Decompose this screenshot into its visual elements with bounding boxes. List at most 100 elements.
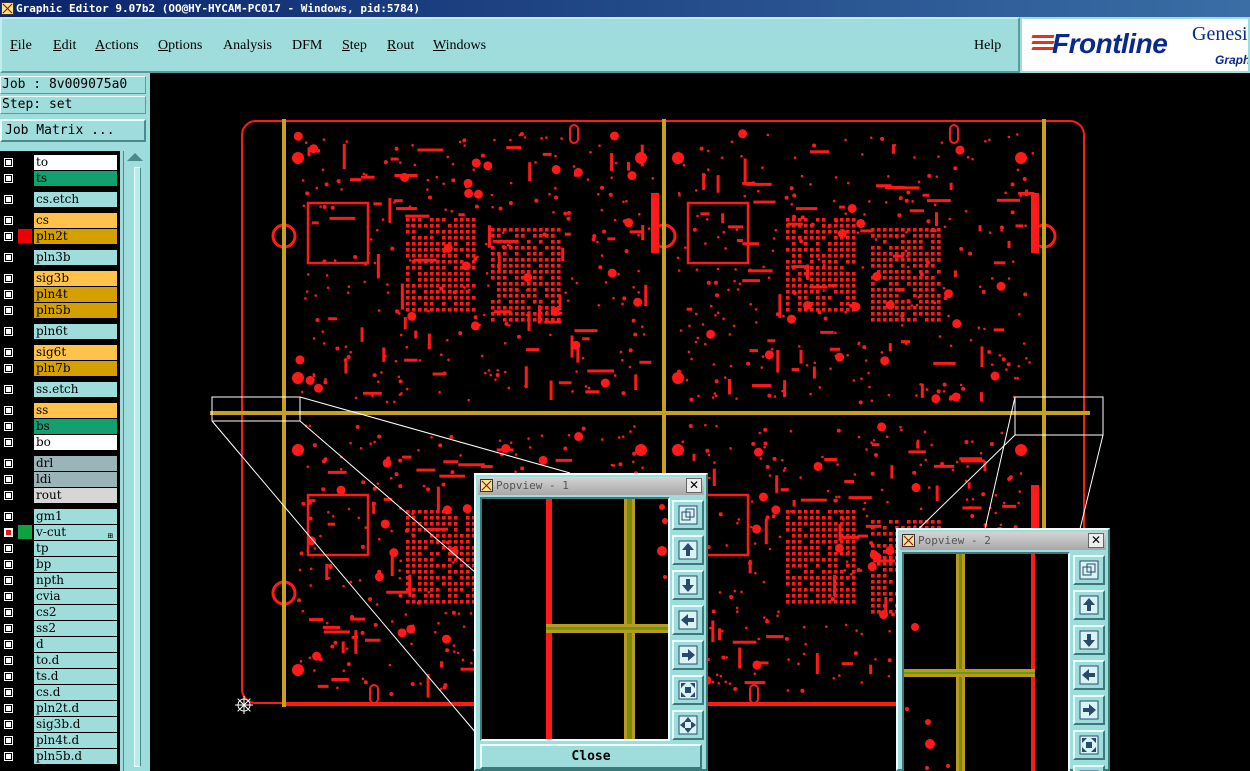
layer-color-swatch[interactable]	[18, 155, 32, 169]
layer-name[interactable]: cs.etch	[34, 192, 117, 207]
menu-edit[interactable]: Edit	[53, 38, 76, 54]
layer-color-swatch[interactable]	[18, 324, 32, 338]
layer-name[interactable]: ss	[34, 403, 117, 418]
layer-checkbox[interactable]	[3, 252, 14, 263]
popview-2-pan-down-button[interactable]	[1073, 625, 1105, 655]
layer-name[interactable]: npth	[34, 573, 117, 588]
layer-row-bo[interactable]: bo	[0, 434, 120, 450]
layer-checkbox[interactable]	[3, 559, 14, 570]
layer-checkbox[interactable]	[3, 655, 14, 666]
layer-name[interactable]: pln5b	[34, 303, 117, 318]
layer-checkbox[interactable]	[3, 511, 14, 522]
layer-checkbox[interactable]	[3, 623, 14, 634]
layer-color-swatch[interactable]	[18, 509, 32, 523]
layer-color-swatch[interactable]	[18, 717, 32, 731]
scroll-thumb[interactable]	[134, 167, 141, 767]
layer-name[interactable]: ldi	[34, 472, 117, 487]
layer-color-swatch[interactable]	[18, 271, 32, 285]
layer-checkbox[interactable]	[3, 751, 14, 762]
layer-name[interactable]: pln3b	[34, 250, 117, 265]
menu-help[interactable]: Help	[974, 38, 1001, 54]
layer-checkbox[interactable]	[3, 591, 14, 602]
layer-name[interactable]: pln4t	[34, 287, 117, 302]
menu-rout[interactable]: Rout	[387, 38, 414, 54]
layer-name[interactable]: cs2	[34, 605, 117, 620]
layer-color-swatch[interactable]	[18, 171, 32, 185]
popview-1-zoom-in-button[interactable]	[672, 675, 704, 705]
layer-row-d[interactable]: d	[0, 636, 120, 652]
layer-checkbox[interactable]	[3, 437, 14, 448]
close-icon[interactable]: ✕	[686, 478, 702, 493]
layer-name[interactable]: to	[34, 155, 117, 170]
layer-checkbox[interactable]	[3, 273, 14, 284]
layer-color-swatch[interactable]	[18, 685, 32, 699]
layer-name[interactable]: cs.d	[34, 685, 117, 700]
popview-2-view[interactable]	[902, 552, 1070, 771]
layer-row-bp[interactable]: bp	[0, 556, 120, 572]
popview-1-pan-down-button[interactable]	[672, 570, 704, 600]
layer-row-to[interactable]: to	[0, 154, 120, 170]
scroll-up-arrow-icon[interactable]	[127, 153, 143, 161]
layer-row-bs[interactable]: bs	[0, 418, 120, 434]
layer-name[interactable]: pln2t	[34, 229, 117, 244]
layer-row-rout[interactable]: rout	[0, 487, 120, 503]
popview-1-zoom-out-button[interactable]	[672, 710, 704, 740]
layer-color-swatch[interactable]	[18, 488, 32, 502]
layer-name[interactable]: pln2t.d	[34, 701, 117, 716]
layer-checkbox[interactable]	[3, 289, 14, 300]
layer-name[interactable]: ts.d	[34, 669, 117, 684]
layer-color-swatch[interactable]	[18, 605, 32, 619]
layer-checkbox[interactable]	[3, 405, 14, 416]
layer-checkbox[interactable]	[3, 157, 14, 168]
layer-color-swatch[interactable]	[18, 419, 32, 433]
layer-name[interactable]: pln7b	[34, 361, 117, 376]
menu-step[interactable]: Step	[342, 38, 367, 54]
layer-checkbox[interactable]	[3, 421, 14, 432]
layer-row-pln2t-d[interactable]: pln2t.d	[0, 700, 120, 716]
layer-row-pln5b[interactable]: pln5b	[0, 302, 120, 318]
layer-row-gm1[interactable]: gm1	[0, 508, 120, 524]
layer-checkbox[interactable]	[3, 719, 14, 730]
layer-name[interactable]: ss.etch	[34, 382, 117, 397]
layer-color-swatch[interactable]	[18, 621, 32, 635]
layer-row-cvia[interactable]: cvia	[0, 588, 120, 604]
layer-color-swatch[interactable]	[18, 192, 32, 206]
popview-2-pan-right-button[interactable]	[1073, 695, 1105, 725]
layer-row-ldi[interactable]: ldi	[0, 471, 120, 487]
layer-checkbox[interactable]	[3, 607, 14, 618]
layer-name[interactable]: sig3b.d	[34, 717, 117, 732]
layer-checkbox[interactable]	[3, 305, 14, 316]
layer-name[interactable]: cvia	[34, 589, 117, 604]
layer-color-swatch[interactable]	[18, 733, 32, 747]
layer-name[interactable]: sig3b	[34, 271, 117, 286]
layer-color-swatch[interactable]	[18, 589, 32, 603]
layer-checkbox[interactable]	[3, 458, 14, 469]
layer-color-swatch[interactable]	[18, 403, 32, 417]
layer-checkbox[interactable]	[3, 384, 14, 395]
layer-checkbox[interactable]	[3, 735, 14, 746]
layer-checkbox[interactable]	[3, 474, 14, 485]
layer-name[interactable]: v-cut ⊞	[34, 525, 117, 540]
layer-name[interactable]: pln5b.d	[34, 749, 117, 764]
menu-file[interactable]: File	[10, 38, 32, 54]
layer-checkbox[interactable]	[3, 347, 14, 358]
layer-color-swatch[interactable]	[18, 472, 32, 486]
layer-row-npth[interactable]: npth	[0, 572, 120, 588]
layer-row-pln5b-d[interactable]: pln5b.d	[0, 748, 120, 764]
layer-name[interactable]: drl	[34, 456, 117, 471]
layer-checkbox[interactable]	[3, 575, 14, 586]
popview-1-pan-left-button[interactable]	[672, 605, 704, 635]
layer-checkbox[interactable]	[3, 687, 14, 698]
layer-color-swatch[interactable]	[18, 653, 32, 667]
layer-color-swatch[interactable]	[18, 435, 32, 449]
layer-row-pln7b[interactable]: pln7b	[0, 360, 120, 376]
layer-name[interactable]: pln6t	[34, 324, 117, 339]
menu-options[interactable]: Options	[158, 38, 202, 54]
menu-analysis[interactable]: Analysis	[223, 38, 272, 54]
layer-name[interactable]: ss2	[34, 621, 117, 636]
popview-2-zoom-fit-button[interactable]	[1073, 555, 1105, 585]
layer-checkbox[interactable]	[3, 639, 14, 650]
layer-name[interactable]: gm1	[34, 509, 117, 524]
layer-row-pln6t[interactable]: pln6t	[0, 323, 120, 339]
layer-color-swatch[interactable]	[18, 701, 32, 715]
